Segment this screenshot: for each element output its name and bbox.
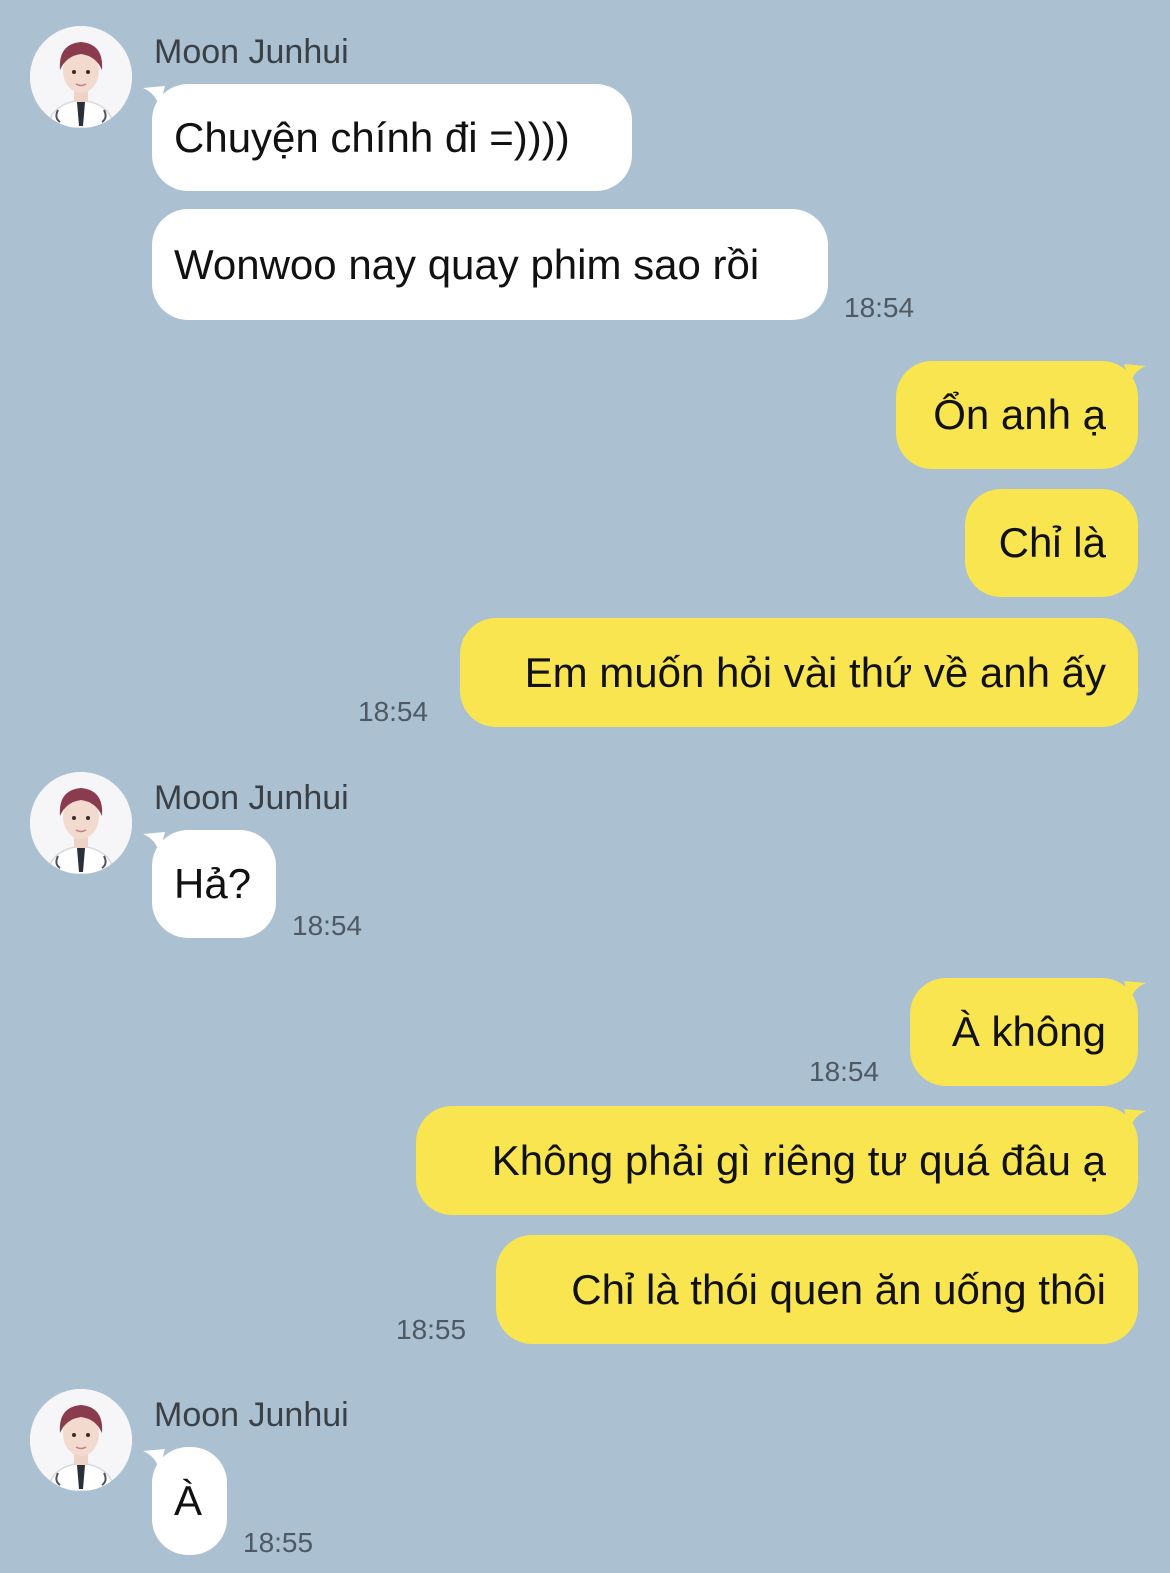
message-bubble-outgoing[interactable]: À không [910,978,1138,1086]
message-text: Chỉ là thói quen ăn uống thôi [571,1265,1106,1313]
message-timestamp: 18:54 [358,696,429,727]
message-timestamp: 18:54 [809,1056,880,1087]
message-bubble-incoming[interactable]: Chuyện chính đi =)))) [152,84,632,191]
message-text: Không phải gì riêng tư quá đâu ạ [491,1136,1106,1184]
message-bubble-outgoing[interactable]: Chỉ là [965,489,1138,597]
message-bubble-outgoing[interactable]: Chỉ là thói quen ăn uống thôi [496,1235,1138,1344]
message-bubble-incoming[interactable]: À [152,1447,227,1555]
message-bubble-outgoing[interactable]: Không phải gì riêng tư quá đâu ạ [416,1106,1138,1215]
message-bubble-outgoing[interactable]: Em muốn hỏi vài thứ về anh ấy [460,618,1138,727]
message-bubble-outgoing[interactable]: Ổn anh ạ [896,361,1138,469]
profile-photo-icon [30,1389,132,1491]
message-text: Chỉ là [998,519,1106,566]
profile-photo-icon [30,26,132,128]
avatar[interactable] [30,26,132,128]
sender-name: Moon Junhui [154,1396,349,1434]
avatar[interactable] [30,772,132,874]
message-timestamp: 18:54 [844,292,915,323]
message-timestamp: 18:54 [292,910,363,941]
message-text: À [174,1477,203,1524]
sender-name: Moon Junhui [154,33,349,71]
sender-name: Moon Junhui [154,779,349,817]
message-text: Ổn anh ạ [933,391,1106,438]
message-text: Wonwoo nay quay phim sao rồi [174,240,760,288]
message-bubble-incoming[interactable]: Wonwoo nay quay phim sao rồi [152,209,828,320]
message-text: Chuyện chính đi =)))) [174,113,570,161]
profile-photo-icon [30,772,132,874]
message-bubble-incoming[interactable]: Hả? [152,830,276,938]
message-text: À không [951,1008,1106,1055]
message-timestamp: 18:55 [243,1527,314,1558]
message-text: Em muốn hỏi vài thứ về anh ấy [524,648,1106,696]
avatar[interactable] [30,1389,132,1491]
message-text: Hả? [174,860,252,907]
message-timestamp: 18:55 [396,1314,467,1345]
